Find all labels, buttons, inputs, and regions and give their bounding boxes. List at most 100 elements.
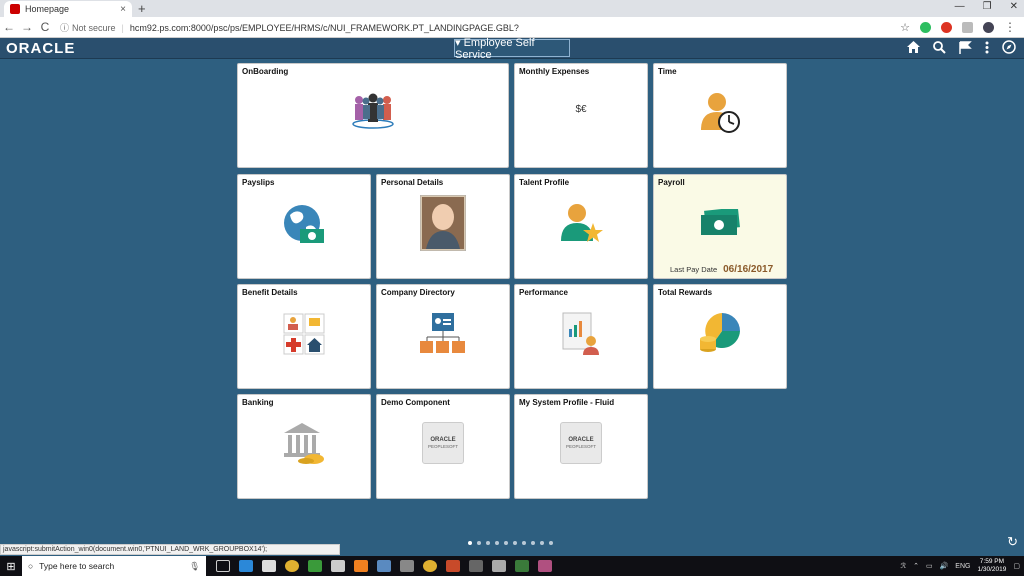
network-icon[interactable]: ▭: [926, 562, 933, 570]
window-controls: — ❐ ✕: [955, 1, 1018, 12]
tile-my-system-profile[interactable]: My System Profile - Fluid ORACLE PEOPLES…: [514, 394, 648, 499]
extension-icon[interactable]: [962, 21, 973, 33]
tile-time[interactable]: Time: [653, 63, 787, 168]
language-indicator[interactable]: ENG: [955, 563, 970, 570]
app-icon[interactable]: [400, 560, 414, 572]
page-dot[interactable]: [531, 541, 535, 545]
app-icon[interactable]: [538, 560, 552, 572]
last-pay-label: Last Pay Date: [670, 265, 718, 274]
tile-personal-details[interactable]: Personal Details: [376, 174, 510, 279]
benefits-icon: [283, 313, 325, 355]
tile-banking[interactable]: Banking: [237, 394, 371, 499]
windows-start-icon[interactable]: ⊞: [0, 560, 22, 573]
edge-icon[interactable]: [239, 560, 253, 572]
app-icon[interactable]: [377, 560, 391, 572]
tray-chevron-icon[interactable]: ⌃: [913, 562, 919, 570]
tile-title: Banking: [242, 398, 274, 407]
taskbar-search-placeholder: Type here to search: [39, 561, 115, 571]
tile-monthly-expenses[interactable]: Monthly Expenses $€: [514, 63, 648, 168]
tile-company-directory[interactable]: Company Directory: [376, 284, 510, 389]
forward-button[interactable]: →: [18, 20, 36, 34]
page-dot[interactable]: [522, 541, 526, 545]
app-icon[interactable]: [515, 560, 529, 572]
tile-title: OnBoarding: [242, 67, 289, 76]
tile-title: Total Rewards: [658, 288, 713, 297]
app-icon[interactable]: [492, 560, 506, 572]
minimize-button[interactable]: —: [955, 1, 965, 12]
rewards-pie-coins-icon: [700, 313, 740, 352]
microphone-icon[interactable]: 🎙: [189, 561, 200, 572]
page-dot[interactable]: [495, 541, 499, 545]
peoplesoft-header: ORACLE ▾ Employee Self Service: [0, 37, 1024, 61]
tile-demo-component[interactable]: Demo Component ORACLE PEOPLESOFT: [376, 394, 510, 499]
chrome-active-icon[interactable]: [423, 560, 437, 572]
new-tab-button[interactable]: +: [138, 1, 146, 16]
page-dot[interactable]: [513, 541, 517, 545]
org-chart-icon: [420, 313, 465, 353]
tile-talent-profile[interactable]: Talent Profile: [514, 174, 648, 279]
app-icon[interactable]: [331, 560, 345, 572]
badge-oracle-text: ORACLE: [430, 437, 456, 443]
close-window-button[interactable]: ✕: [1010, 1, 1018, 12]
navbar-compass-icon[interactable]: [1002, 40, 1016, 54]
bookmark-star-icon[interactable]: ☆: [900, 21, 910, 34]
back-button[interactable]: ←: [0, 20, 18, 34]
peoplesoft-badge-icon: ORACLE PEOPLESOFT: [422, 422, 464, 464]
tile-onboarding[interactable]: OnBoarding: [237, 63, 509, 168]
page-dot[interactable]: [468, 541, 472, 545]
reload-button[interactable]: C: [36, 20, 54, 34]
page-dot[interactable]: [549, 541, 553, 545]
tile-payroll[interactable]: Payroll Last Pay Date 06/16/2017: [653, 174, 787, 279]
refresh-icon[interactable]: ↻: [1007, 534, 1018, 550]
people-icon[interactable]: ℛ: [900, 562, 906, 570]
task-view-icon[interactable]: [216, 560, 230, 572]
page-dot[interactable]: [486, 541, 490, 545]
tile-title: Time: [658, 67, 677, 76]
last-pay-info: Last Pay Date 06/16/2017: [670, 264, 773, 275]
profile-avatar-icon[interactable]: [983, 21, 994, 33]
app-icon[interactable]: [308, 560, 322, 572]
tile-title: Payroll: [658, 178, 685, 187]
evernote-extension-icon[interactable]: [920, 21, 931, 33]
info-icon[interactable]: ⓘ: [60, 21, 69, 34]
address-bar[interactable]: ⓘ Not secure | hcm92.ps.com:8000/psc/ps/…: [60, 19, 920, 36]
powerpoint-icon[interactable]: [446, 560, 460, 572]
page-dot[interactable]: [504, 541, 508, 545]
restore-button[interactable]: ❐: [983, 1, 992, 12]
bank-icon: [284, 423, 324, 464]
homepage-selector[interactable]: ▾ Employee Self Service: [454, 37, 570, 61]
tile-total-rewards[interactable]: Total Rewards: [653, 284, 787, 389]
tab-close-button[interactable]: ×: [120, 4, 126, 15]
app-icon[interactable]: [354, 560, 368, 572]
url-separator: |: [121, 22, 124, 33]
adblock-extension-icon[interactable]: [941, 21, 952, 33]
actions-menu-icon[interactable]: [985, 41, 989, 54]
home-icon[interactable]: [907, 41, 920, 53]
notifications-flag-icon[interactable]: [959, 40, 972, 54]
tile-title: Personal Details: [381, 178, 444, 187]
taskbar-clock[interactable]: 7:59 PM 1/30/2019: [977, 558, 1006, 574]
app-icon[interactable]: [469, 560, 483, 572]
badge-peoplesoft-text: PEOPLESOFT: [565, 444, 596, 449]
page-dot[interactable]: [540, 541, 544, 545]
tile-title: Talent Profile: [519, 178, 570, 187]
store-icon[interactable]: [262, 560, 276, 572]
chrome-icon[interactable]: [285, 560, 299, 572]
tile-benefit-details[interactable]: Benefit Details: [237, 284, 371, 389]
volume-icon[interactable]: 🔊: [940, 562, 949, 570]
page-dot[interactable]: [477, 541, 481, 545]
tile-title: Performance: [519, 288, 568, 297]
taskbar-search[interactable]: ○ Type here to search 🎙: [22, 556, 206, 576]
tile-performance[interactable]: Performance: [514, 284, 648, 389]
search-icon[interactable]: [933, 40, 946, 54]
tile-title: Demo Component: [381, 398, 450, 407]
url-text[interactable]: hcm92.ps.com:8000/psc/ps/EMPLOYEE/HRMS/c…: [130, 23, 519, 33]
browser-tab[interactable]: Homepage ×: [4, 1, 132, 17]
not-secure-label: Not secure: [72, 22, 116, 33]
tile-payslips[interactable]: Payslips: [237, 174, 371, 279]
currency-icon: $€: [575, 104, 587, 115]
browser-menu-icon[interactable]: ⋮: [1004, 20, 1016, 34]
system-tray: ℛ ⌃ ▭ 🔊 ENG 7:59 PM 1/30/2019 ▢: [900, 556, 1020, 576]
browser-tab-bar: Homepage × + — ❐ ✕: [0, 0, 1024, 17]
notifications-icon[interactable]: ▢: [1013, 562, 1020, 570]
